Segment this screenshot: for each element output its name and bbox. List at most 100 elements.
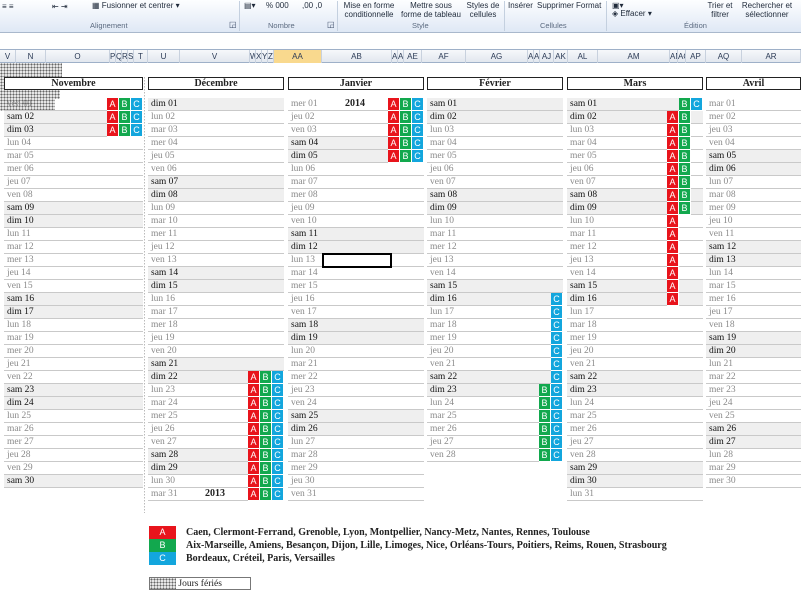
day-cell[interactable]: sam 21 [148, 358, 284, 371]
day-cell[interactable]: mar 22 [706, 371, 801, 384]
indent-icon[interactable]: ⇤ ⇥ [52, 2, 68, 11]
day-cell[interactable]: mer 08 [288, 189, 424, 202]
day-cell[interactable]: jeu 27 [567, 436, 703, 449]
day-cell[interactable]: sam 19 [706, 332, 801, 345]
column-header-ap[interactable]: AP [686, 50, 706, 63]
day-cell[interactable]: sam 16 [4, 293, 143, 306]
day-cell[interactable]: lun 09 [148, 202, 284, 215]
day-cell[interactable]: mer 15 [288, 280, 424, 293]
day-cell[interactable]: jeu 09 [288, 202, 424, 215]
day-cell[interactable]: ven 08 [4, 189, 143, 202]
day-cell[interactable]: lun 11 [4, 228, 143, 241]
day-cell[interactable]: mer 12 [567, 241, 703, 254]
day-cell[interactable]: sam 08 [427, 189, 563, 202]
sort-filter-button[interactable]: Trier et filtrer [705, 1, 735, 19]
day-cell[interactable]: mar 25 [567, 410, 703, 423]
day-cell[interactable]: mar 17 [148, 306, 284, 319]
day-cell[interactable]: dim 20 [706, 345, 801, 358]
day-cell[interactable]: sam 18 [288, 319, 424, 332]
day-cell[interactable]: mer 27 [4, 436, 143, 449]
day-cell[interactable]: jeu 28 [4, 449, 143, 462]
day-cell[interactable]: dim 15 [148, 280, 284, 293]
column-header-am[interactable]: AM [598, 50, 670, 63]
column-header-ab[interactable]: AB [322, 50, 392, 63]
nombre-launcher-icon[interactable]: ◲ [327, 20, 335, 29]
day-cell[interactable]: lun 31 [567, 488, 703, 501]
day-cell[interactable]: ven 22 [4, 371, 143, 384]
day-cell[interactable]: mar 03 [148, 124, 284, 137]
day-cell[interactable]: dim 27 [706, 436, 801, 449]
day-cell[interactable]: mer 02 [706, 111, 801, 124]
day-cell[interactable]: jeu 13 [567, 254, 703, 267]
day-cell[interactable]: mer 13 [4, 254, 143, 267]
day-cell[interactable]: ven 24 [288, 397, 424, 410]
day-cell[interactable]: mar 11 [567, 228, 703, 241]
day-cell[interactable]: dim 08 [148, 189, 284, 202]
day-cell[interactable]: ven 11 [706, 228, 801, 241]
day-cell[interactable]: jeu 06 [427, 163, 563, 176]
day-cell[interactable]: jeu 23 [288, 384, 424, 397]
day-cell[interactable]: lun 14 [706, 267, 801, 280]
day-cell[interactable]: dim 26 [288, 423, 424, 436]
day-cell[interactable]: lun 10 [567, 215, 703, 228]
day-cell[interactable]: dim 16 [567, 293, 703, 306]
day-cell[interactable]: lun 20 [288, 345, 424, 358]
day-cell[interactable]: ven 17 [288, 306, 424, 319]
day-cell[interactable]: jeu 20 [567, 345, 703, 358]
day-cell[interactable]: jeu 12 [148, 241, 284, 254]
day-cell[interactable]: dim 09 [427, 202, 563, 215]
day-cell[interactable]: mar 18 [567, 319, 703, 332]
day-cell[interactable]: mer 23 [706, 384, 801, 397]
day-cell[interactable]: sam 15 [567, 280, 703, 293]
day-cell[interactable]: lun 18 [4, 319, 143, 332]
column-header-ag[interactable]: AG [466, 50, 528, 63]
day-cell[interactable]: mar 14 [288, 267, 424, 280]
day-cell[interactable]: mar 26 [4, 423, 143, 436]
day-cell[interactable]: dim 30 [567, 475, 703, 488]
day-cell[interactable]: lun 28 [706, 449, 801, 462]
day-cell[interactable]: mer 12 [427, 241, 563, 254]
day-cell[interactable]: jeu 13 [427, 254, 563, 267]
day-cell[interactable]: mer 16 [706, 293, 801, 306]
day-cell[interactable]: lun 16 [148, 293, 284, 306]
column-header-an[interactable]: AN [670, 50, 678, 63]
day-cell[interactable]: dim 01 [148, 98, 284, 111]
day-cell[interactable]: mer 30 [706, 475, 801, 488]
day-cell[interactable]: mar 18 [427, 319, 563, 332]
day-cell[interactable]: jeu 19 [148, 332, 284, 345]
day-cell[interactable]: mer 11 [148, 228, 284, 241]
delete-button[interactable]: Supprimer [537, 1, 574, 10]
day-cell[interactable]: mer 04 [148, 137, 284, 150]
column-header-aj[interactable]: AJ [540, 50, 554, 63]
day-cell[interactable]: mar 21 [288, 358, 424, 371]
day-cell[interactable]: sam 14 [148, 267, 284, 280]
format-table-button[interactable]: Mettre sous forme de tableau [399, 1, 463, 19]
day-cell[interactable]: jeu 10 [706, 215, 801, 228]
day-cell[interactable]: dim 17 [4, 306, 143, 319]
day-cell[interactable]: jeu 16 [288, 293, 424, 306]
day-cell[interactable]: mer 18 [148, 319, 284, 332]
day-cell[interactable]: sam 09 [4, 202, 143, 215]
day-cell[interactable]: dim 13 [706, 254, 801, 267]
decimal-buttons[interactable]: ,00 ,0 [302, 1, 322, 10]
day-cell[interactable]: mar 11 [427, 228, 563, 241]
day-cell[interactable]: sam 15 [427, 280, 563, 293]
column-header-u[interactable]: U [148, 50, 180, 63]
day-cell[interactable]: mar 28 [288, 449, 424, 462]
day-cell[interactable]: mar 19 [4, 332, 143, 345]
day-cell[interactable]: jeu 21 [4, 358, 143, 371]
day-cell[interactable]: sam 22 [427, 371, 563, 384]
day-cell[interactable]: mar 08 [706, 189, 801, 202]
merge-center-button[interactable]: ▦ Fusionner et centrer ▾ [92, 1, 180, 10]
day-cell[interactable]: jeu 30 [288, 475, 424, 488]
day-cell[interactable]: sam 11 [288, 228, 424, 241]
day-cell[interactable]: mar 12 [4, 241, 143, 254]
day-cell[interactable]: sam 07 [148, 176, 284, 189]
day-cell[interactable]: mar 07 [288, 176, 424, 189]
day-cell[interactable]: sam 22 [567, 371, 703, 384]
column-header-aq[interactable]: AQ [706, 50, 742, 63]
day-cell[interactable]: lun 03 [427, 124, 563, 137]
day-cell[interactable]: sam 01 [427, 98, 563, 111]
day-cell[interactable]: ven 10 [288, 215, 424, 228]
day-cell[interactable]: ven 06 [148, 163, 284, 176]
